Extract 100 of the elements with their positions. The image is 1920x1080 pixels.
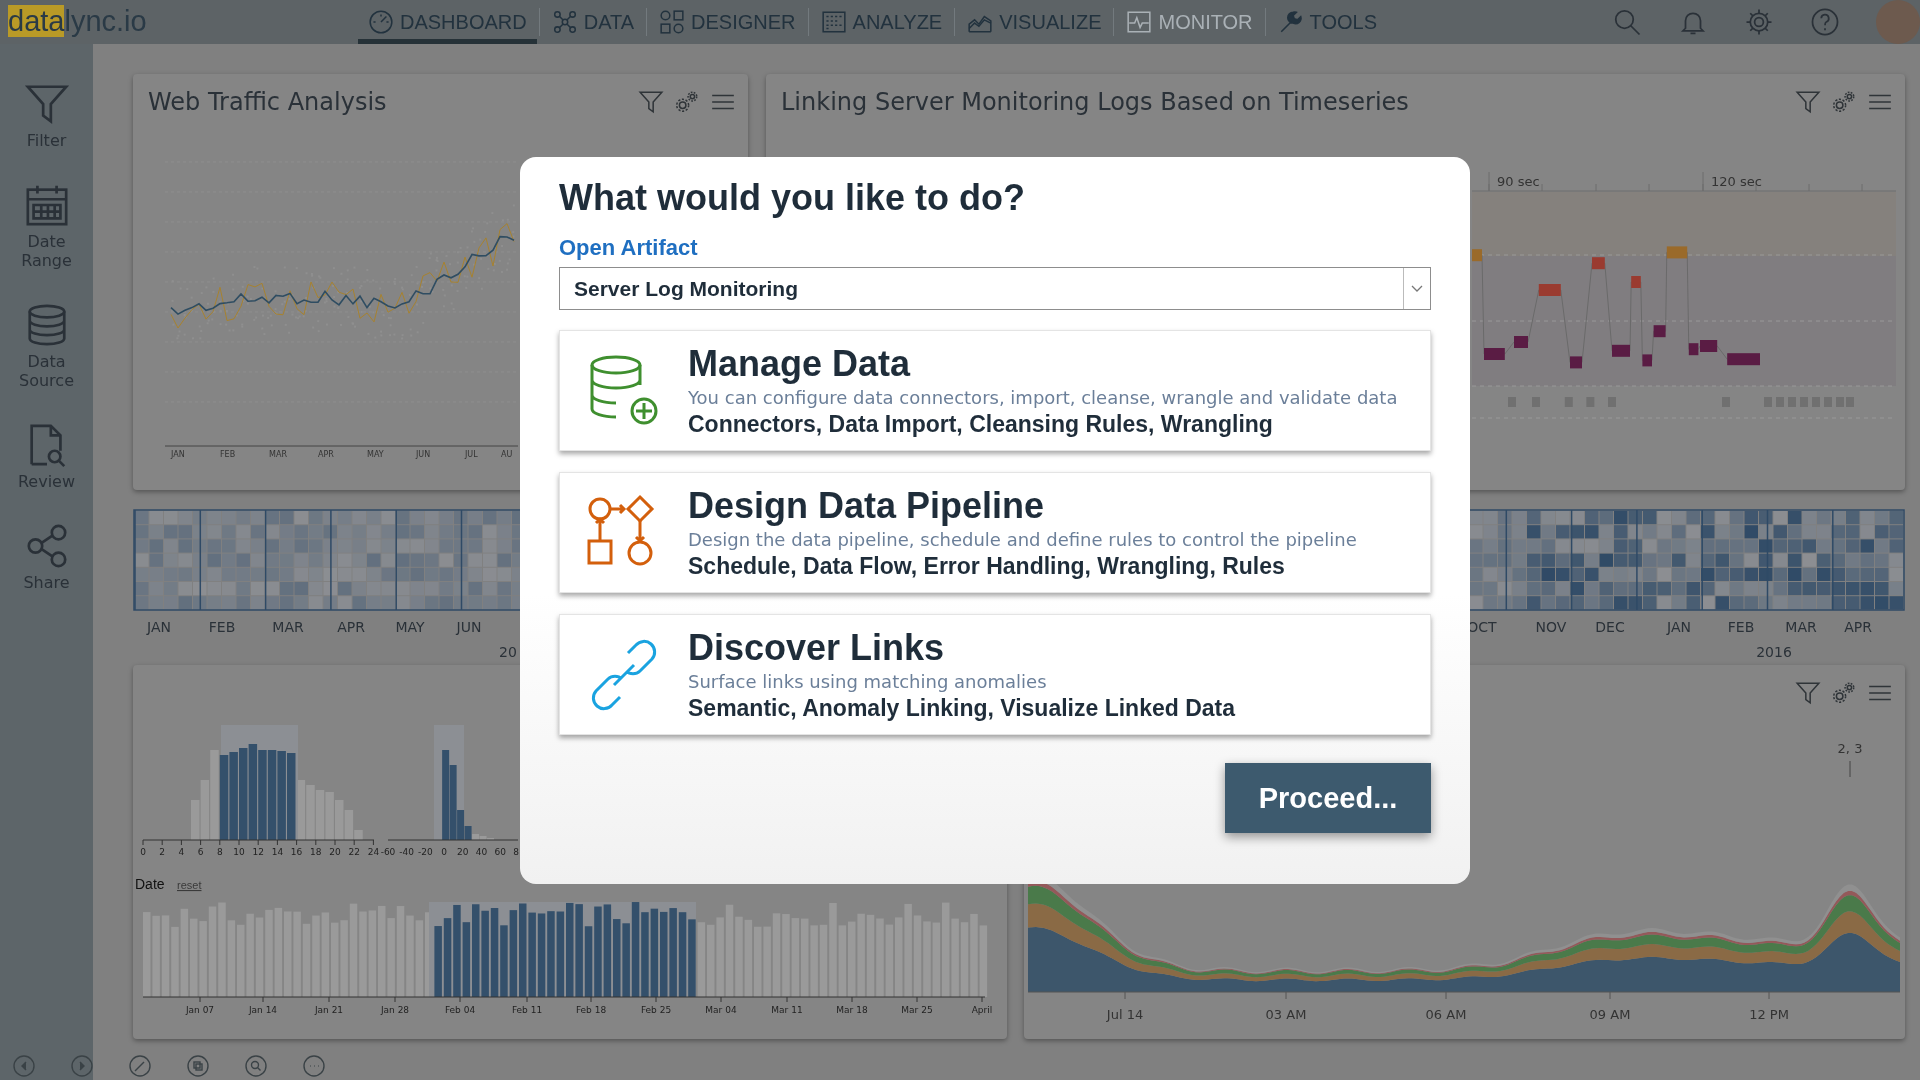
filter-icon[interactable]	[1795, 680, 1821, 706]
nodes-icon[interactable]	[551, 9, 578, 35]
option-card[interactable]: Design Data Pipeline Design the data pipeline, schedule and define rules to control the pipeline Schedule, Data Flow, Error Handling, Wrangling, Rules	[559, 472, 1431, 593]
event-marker	[1514, 336, 1528, 348]
settings-icon[interactable]	[674, 89, 700, 115]
reset-link[interactable]: reset	[177, 879, 202, 891]
axis-label: 0	[140, 847, 146, 857]
axis-label: 14	[271, 847, 284, 857]
search-icon[interactable]	[1612, 7, 1642, 37]
nav-tab[interactable]: ANALYZE	[810, 0, 953, 44]
option-card[interactable]: Manage Data You can configure data connectors, import, cleanse, wrangle and validate data Connectors, Data Import, Cleansing Rules, Wrangling	[559, 330, 1431, 451]
field-label: Open Artifact	[559, 235, 699, 261]
artifact-dropdown[interactable]: Server Log Monitoring	[559, 267, 1431, 310]
axis-label: 4	[178, 847, 185, 857]
nav-tab[interactable]: DASHBOARD	[358, 0, 537, 44]
axis-label: Feb 25	[640, 1005, 672, 1015]
histogram-bar	[315, 790, 325, 840]
settings-icon[interactable]	[1831, 89, 1857, 115]
year-label: 20	[499, 644, 517, 660]
nav-tab[interactable]: VISUALIZE	[957, 0, 1112, 44]
axis-label: Jan 07	[185, 1005, 215, 1015]
month-label: JAN	[147, 619, 171, 635]
axis-label: 24	[367, 847, 380, 857]
option-description: Design the data pipeline, schedule and define rules to control the pipeline	[688, 529, 1357, 550]
copy-icon[interactable]	[186, 1054, 210, 1078]
forward-icon[interactable]	[70, 1054, 94, 1078]
axis-label: 20	[457, 847, 469, 857]
axis-label: 22	[348, 847, 360, 857]
proceed-button[interactable]: Proceed...	[1225, 763, 1431, 833]
axis-label: -40	[399, 847, 415, 857]
month-label: JUN	[456, 619, 482, 635]
option-keywords: Semantic, Anomaly Linking, Visualize Linked Data	[688, 695, 1236, 722]
axis-label: Mar 11	[771, 1005, 803, 1015]
gauge-icon[interactable]	[368, 9, 394, 35]
month-label: APR	[1844, 619, 1872, 635]
month-label: MAY	[395, 619, 425, 635]
brush-selection[interactable]	[434, 725, 472, 840]
settings-icon[interactable]	[1744, 7, 1774, 37]
caret-icon	[1411, 284, 1423, 293]
axis-label: 16	[290, 847, 303, 857]
shapes-icon[interactable]	[659, 9, 686, 35]
zoom-icon[interactable]	[244, 1054, 268, 1078]
annotation-line	[1849, 760, 1851, 778]
axis-label: 60	[494, 847, 506, 857]
axis-label: 12	[252, 847, 264, 857]
event-marker	[1666, 246, 1688, 259]
brush-selection[interactable]	[219, 725, 298, 840]
axis-label: 12 PM	[1749, 1007, 1789, 1022]
axis-label: 0	[441, 847, 447, 857]
axis-label: Jul 14	[1106, 1007, 1144, 1022]
histogram-bar	[335, 800, 344, 840]
brush-selection[interactable]	[429, 902, 696, 997]
option-card[interactable]: Discover Links Surface links using matching anomalies Semantic, Anomaly Linking, Visualize Linked Data	[559, 614, 1431, 735]
axis-label: MAY	[367, 450, 384, 459]
axis-label: Jan 14	[248, 1005, 278, 1015]
axis-label: 18	[310, 847, 322, 857]
more-icon[interactable]	[302, 1054, 326, 1078]
event-marker	[1631, 276, 1641, 288]
option-title: Design Data Pipeline	[688, 485, 1046, 527]
axis-label: 20	[329, 847, 341, 857]
event-marker	[1484, 348, 1505, 360]
panel-title: Web Traffic Analysis	[148, 88, 387, 116]
nav-tab[interactable]: TOOLS	[1267, 0, 1387, 44]
dots-icon[interactable]	[820, 9, 847, 35]
month-label: NOV	[1535, 619, 1567, 635]
axis-label: FEB	[220, 450, 236, 459]
axis-label: 8	[513, 847, 519, 857]
axis-label: -20	[418, 847, 433, 857]
option-description: Surface links using matching anomalies	[688, 671, 1048, 692]
axis-label: APR	[318, 450, 334, 459]
axis-label: 10	[233, 847, 245, 857]
panel-title: Linking Server Monitoring Logs Based on Timeseries	[781, 88, 1409, 116]
nav-tab[interactable]: DESIGNER	[649, 0, 806, 44]
nav-tab[interactable]: DATA	[541, 0, 645, 44]
settings-icon[interactable]	[1831, 680, 1857, 706]
axis-label: 40	[475, 847, 488, 857]
month-label: DEC	[1595, 619, 1625, 635]
pencil-icon[interactable]	[128, 1054, 152, 1078]
back-icon[interactable]	[12, 1054, 36, 1078]
histogram-bar	[306, 785, 315, 840]
event-marker	[1538, 284, 1561, 296]
axis-label: Feb 04	[444, 1005, 476, 1015]
axis-title: Date	[135, 876, 165, 892]
filter-icon[interactable]	[638, 89, 664, 115]
axis-label: 6	[197, 847, 204, 857]
option-description: You can configure data connectors, import, cleanse, wrangle and validate data	[688, 387, 1398, 408]
event-marker	[1472, 249, 1482, 262]
axis-label: 90 sec	[1497, 174, 1540, 189]
axis-label: 06 AM	[1425, 1007, 1467, 1022]
axis-label: 120 sec	[1711, 174, 1762, 189]
event-marker	[1592, 257, 1605, 270]
axis-label: 03 AM	[1265, 1007, 1307, 1022]
help-icon[interactable]	[1810, 7, 1840, 37]
option-keywords: Schedule, Data Flow, Error Handling, Wrangling, Rules	[688, 553, 1286, 580]
axis-label: Feb 18	[575, 1005, 607, 1015]
month-label: APR	[337, 619, 365, 635]
filter-icon[interactable]	[1795, 89, 1821, 115]
month-label: JAN	[1667, 619, 1691, 635]
month-label: MAR	[272, 619, 304, 635]
axis-label: Mar 25	[901, 1005, 933, 1015]
